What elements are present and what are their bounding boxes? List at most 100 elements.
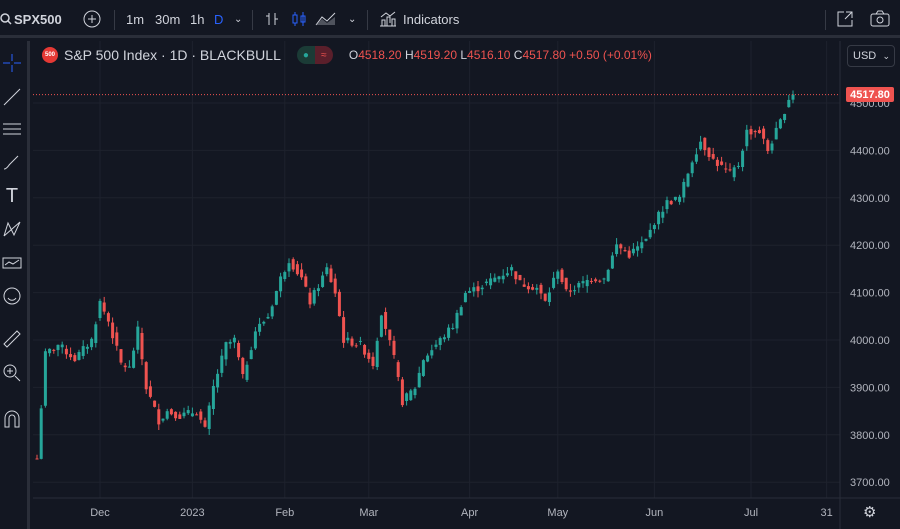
candle-body: [421, 360, 425, 376]
zoom-in-icon[interactable]: [0, 361, 24, 385]
crosshair-tool-icon[interactable]: [0, 51, 24, 75]
candle-body: [627, 250, 631, 258]
candle-body: [678, 196, 682, 202]
candle-body: [123, 365, 127, 368]
candle-body: [165, 411, 169, 419]
area-chart-icon[interactable]: [315, 0, 337, 38]
candle-body: [493, 277, 497, 282]
candle-body: [48, 348, 52, 354]
candle-body: [94, 324, 98, 344]
candlestick-chart[interactable]: 4500.004400.004300.004200.004100.004000.…: [33, 41, 900, 529]
candle-body: [476, 286, 480, 292]
x-tick-label: May: [547, 507, 568, 519]
candle-body: [35, 458, 39, 460]
candle-body: [354, 345, 358, 347]
candle-body: [405, 393, 409, 401]
candle-body: [52, 349, 56, 351]
text-tool-icon[interactable]: T: [0, 184, 24, 208]
candle-body: [690, 162, 694, 174]
candle-body: [652, 225, 656, 230]
candle-body: [489, 278, 493, 286]
delayed-data-icon: ≈: [314, 46, 333, 64]
candle-body: [694, 154, 698, 162]
ruler-icon[interactable]: [0, 327, 24, 351]
candle-body: [736, 165, 740, 167]
pattern-tool-icon[interactable]: [0, 217, 24, 241]
candle-body: [279, 276, 283, 292]
candle-body: [463, 292, 467, 303]
candle-body: [85, 346, 89, 349]
candle-body: [312, 290, 316, 304]
interval-1h[interactable]: 1h: [190, 0, 204, 38]
candle-body: [430, 350, 434, 356]
candle-body: [594, 279, 598, 282]
add-symbol-button[interactable]: [83, 0, 101, 38]
candle-body: [203, 420, 207, 427]
candle-body: [631, 248, 635, 254]
candle-body: [783, 113, 787, 121]
candle-body: [148, 386, 152, 397]
candle-body: [39, 408, 43, 459]
candle-body: [531, 287, 535, 290]
emoji-icon[interactable]: [0, 284, 24, 308]
symbol-search[interactable]: SPX500: [0, 0, 62, 38]
candle-body: [455, 312, 459, 329]
y-tick-label: 3800.00: [850, 430, 890, 442]
trend-line-tool-icon[interactable]: [0, 85, 24, 109]
interval-1m[interactable]: 1m: [126, 0, 144, 38]
magnet-icon[interactable]: [0, 407, 24, 431]
settings-gear-icon[interactable]: ⚙: [863, 503, 876, 521]
candle-body: [585, 279, 589, 287]
interval-30m[interactable]: 30m: [155, 0, 180, 38]
chart-background: [33, 41, 900, 529]
candle-body: [245, 364, 249, 380]
candle-body: [711, 154, 715, 159]
candle-body: [375, 340, 379, 368]
candle-body: [749, 129, 753, 135]
chevron-down-icon: ⌄: [882, 50, 890, 61]
candle-body: [182, 412, 186, 417]
candle-body: [518, 274, 522, 281]
candles-chart-icon[interactable]: [291, 0, 307, 38]
candle-body: [451, 327, 455, 329]
indicators-label: Indicators: [403, 11, 460, 27]
indicators-icon: [380, 11, 396, 27]
interval-dropdown-chevron-icon[interactable]: ⌄: [234, 0, 242, 38]
horizontal-lines-tool-icon[interactable]: [0, 117, 24, 141]
fullscreen-button[interactable]: [836, 0, 854, 38]
x-tick-label: 2023: [180, 507, 204, 519]
candle-body: [283, 272, 287, 280]
drawing-toolbar: T: [0, 41, 30, 529]
indicators-button[interactable]: Indicators: [379, 0, 459, 38]
candle-body: [81, 346, 85, 356]
interval-d[interactable]: D: [214, 0, 223, 38]
bars-chart-icon[interactable]: [264, 0, 280, 38]
candle-body: [606, 269, 610, 282]
candle-body: [73, 355, 77, 362]
brush-tool-icon[interactable]: [0, 151, 24, 175]
candle-body: [388, 329, 392, 341]
candle-body: [111, 322, 115, 339]
candle-body: [224, 342, 228, 360]
ohlc-values: O4518.20 H4519.20 L4516.10 C4517.80 +0.5…: [348, 48, 652, 62]
candle-body: [207, 405, 211, 429]
candle-body: [720, 161, 724, 165]
camera-icon: [870, 10, 890, 27]
candle-body: [270, 306, 274, 317]
candle-body: [791, 94, 795, 100]
currency-select[interactable]: USD ⌄: [847, 45, 895, 67]
candle-body: [140, 333, 144, 360]
candle-body: [77, 352, 81, 360]
chart-type-dropdown-chevron-icon[interactable]: ⌄: [348, 0, 356, 38]
x-tick-label: Jun: [646, 507, 664, 519]
forecast-tool-icon[interactable]: [0, 251, 24, 275]
market-status-pill[interactable]: ● ≈: [296, 46, 333, 64]
candle-body: [363, 344, 367, 355]
candle-body: [69, 354, 73, 358]
screenshot-button[interactable]: [870, 0, 890, 38]
candle-body: [762, 128, 766, 139]
y-tick-label: 4300.00: [850, 193, 890, 205]
search-icon: [0, 13, 12, 25]
candle-body: [648, 229, 652, 238]
candle-body: [190, 413, 194, 417]
